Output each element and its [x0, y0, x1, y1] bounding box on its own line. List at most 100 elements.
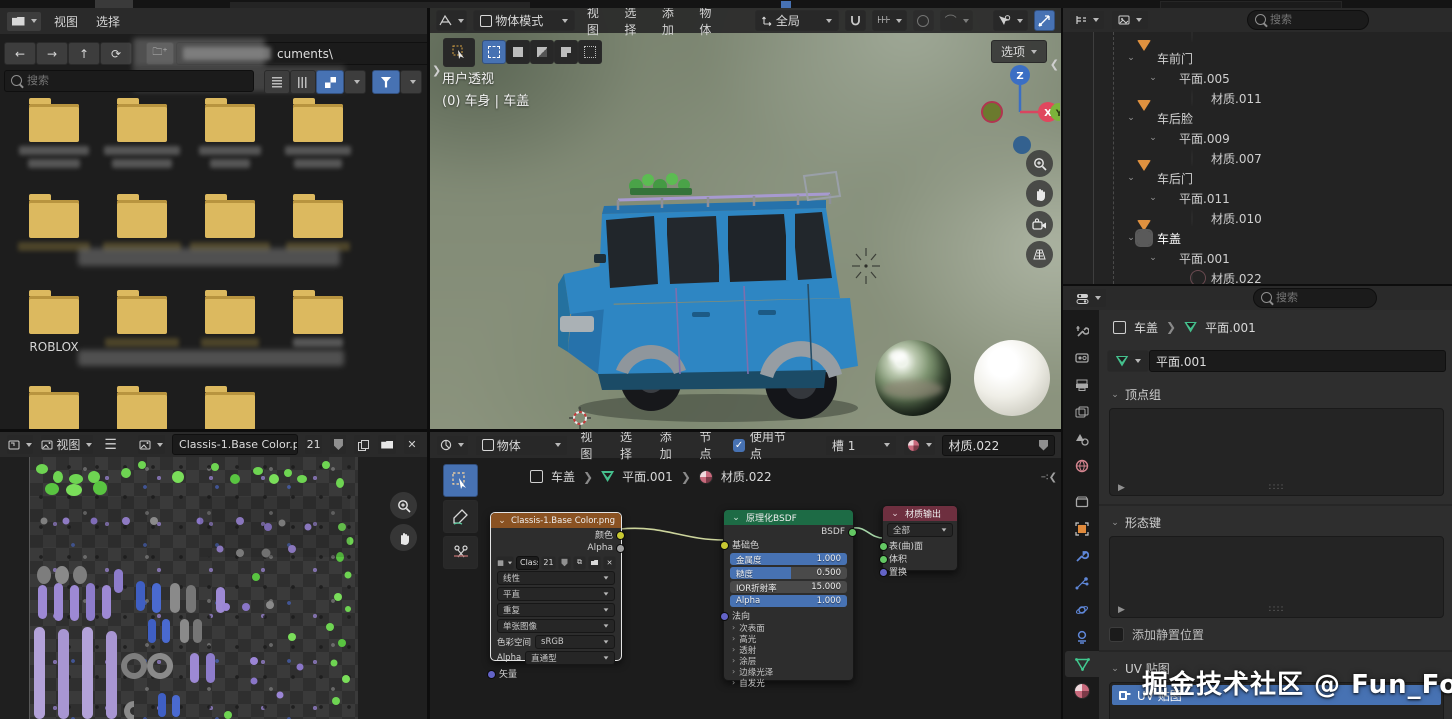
folder-item[interactable]	[10, 104, 98, 176]
sidebar-toggle-arrow[interactable]: ❮	[1050, 58, 1059, 71]
editor-type-button[interactable]	[6, 11, 42, 32]
outliner-row-material[interactable]: 材质.007	[1063, 148, 1452, 168]
file-search[interactable]	[4, 70, 254, 92]
options-dropdown[interactable]: 选项	[991, 40, 1047, 63]
outliner-row-mesh[interactable]: ⌄平面.001	[1063, 248, 1452, 268]
shader-type-dropdown[interactable]: 物体	[475, 435, 569, 456]
tab-modifiers[interactable]	[1065, 543, 1099, 569]
view-menu-button[interactable]: 视图	[40, 434, 95, 455]
folder-item[interactable]	[186, 104, 274, 176]
tab-render[interactable]	[1065, 345, 1099, 371]
outliner-row-object-active[interactable]: ⌄车盖	[1063, 228, 1452, 248]
visibility-dropdown[interactable]	[993, 10, 1027, 31]
ortho-toggle-button[interactable]	[1026, 241, 1053, 268]
proportional-edit-button[interactable]	[913, 10, 934, 31]
breadcrumb-material[interactable]: 材质.022	[721, 468, 772, 485]
select-intersect-mode-button[interactable]	[578, 40, 602, 64]
alpha-slider[interactable]: Alpha1.000	[730, 595, 847, 607]
material-name-field[interactable]: 材质.022	[942, 435, 1055, 456]
metallic-slider[interactable]: 金属度1.000	[730, 553, 847, 565]
outliner-row-object[interactable]: ⌄车后门	[1063, 168, 1452, 188]
vertex-groups-section-header[interactable]: ⌄顶点组	[1109, 386, 1161, 403]
tab-view-layer[interactable]	[1065, 399, 1099, 425]
view-vertical-list-button[interactable]	[264, 70, 290, 94]
outliner-row-mesh[interactable]: ⌄平面.011	[1063, 188, 1452, 208]
outliner-search[interactable]	[1247, 10, 1369, 30]
output-target-select[interactable]: 全部	[887, 523, 953, 537]
unlink-image-button[interactable]: ✕	[403, 434, 421, 455]
interpolation-select[interactable]: 线性	[497, 571, 615, 585]
region-collapse-arrow[interactable]: ∹❮	[1040, 472, 1057, 483]
image-texture-node[interactable]: ⌄Classis-1.Base Color.png 颜色 Alpha ▦ Cla…	[490, 512, 622, 661]
image-browse-icon[interactable]: ▦	[496, 556, 514, 570]
editor-type-button[interactable]	[1069, 288, 1107, 308]
output-node-header[interactable]: ⌄材质输出	[883, 506, 957, 521]
node-image-users[interactable]: 21	[541, 556, 556, 570]
filter-button[interactable]	[372, 70, 400, 94]
snap-toggle-button[interactable]	[845, 10, 866, 31]
resize-grip[interactable]: ::::	[1268, 482, 1284, 492]
viewport-3d[interactable]: 物体模式 视图 选择 添加 物体 全局 ⊦⊦⊦ ⌒	[430, 8, 1061, 429]
outliner-row-material[interactable]: 材质.010	[1063, 208, 1452, 228]
folder-item[interactable]	[186, 392, 274, 429]
texture-canvas[interactable]	[30, 457, 358, 719]
ior-slider[interactable]: IOR折射率15.000	[730, 581, 847, 593]
bsdf-node-header[interactable]: ⌄原理化BSDF	[724, 510, 853, 525]
menu-select[interactable]: 选择	[614, 432, 648, 462]
menu-add[interactable]: 添加	[656, 8, 688, 38]
properties-search[interactable]	[1253, 288, 1377, 308]
mesh-name-field[interactable]: 平面.001	[1149, 350, 1446, 372]
projection-select[interactable]: 平直	[497, 587, 615, 601]
refresh-button[interactable]: ⟳	[100, 42, 132, 65]
image-name-field[interactable]: Classis-1.Base Color.png	[172, 434, 298, 455]
bsdf-section-sheen[interactable]: ›边缘光泽	[724, 666, 853, 677]
folder-item[interactable]	[10, 392, 98, 429]
open-image-button[interactable]	[377, 434, 397, 455]
view-thumbnails-button[interactable]	[316, 70, 344, 94]
fake-user-button[interactable]	[329, 434, 347, 455]
menu-add[interactable]: 添加	[654, 432, 688, 462]
tab-particles[interactable]	[1065, 570, 1099, 596]
menu-object[interactable]: 物体	[693, 8, 725, 38]
pan-button[interactable]	[1026, 180, 1053, 207]
outliner-filter-dropdown[interactable]	[1111, 10, 1149, 30]
outliner-row-mesh[interactable]: ⌄平面.005	[1063, 68, 1452, 88]
resize-grip[interactable]: ::::	[1268, 604, 1284, 614]
outliner-row-material[interactable]: 材质.011	[1063, 88, 1452, 108]
tab-output[interactable]	[1065, 372, 1099, 398]
tab-object-data[interactable]	[1065, 651, 1099, 677]
select-subtract-mode-button[interactable]	[530, 40, 554, 64]
tab-tool[interactable]	[1065, 318, 1099, 344]
editor-type-button[interactable]	[436, 10, 467, 31]
folder-item[interactable]	[274, 104, 362, 176]
outliner-row-partial[interactable]	[1063, 32, 1452, 44]
select-extend-mode-button[interactable]	[506, 40, 530, 64]
mode-dropdown[interactable]: 物体模式	[473, 10, 575, 31]
breadcrumb-object[interactable]: 车盖	[551, 468, 575, 485]
breadcrumb-mesh[interactable]: 平面.001	[1205, 319, 1256, 336]
duplicate-button[interactable]: ⧉	[573, 556, 586, 570]
material-browse-dropdown[interactable]	[903, 435, 936, 456]
tab-collection[interactable]	[1065, 489, 1099, 515]
tab-physics[interactable]	[1065, 597, 1099, 623]
file-search-input[interactable]	[4, 70, 254, 92]
node-image-selector[interactable]: ▦ Classis-1... 21 ⧉ ✕	[496, 556, 616, 569]
bsdf-section-subsurface[interactable]: ›次表面	[724, 622, 853, 633]
pan-button[interactable]	[390, 524, 417, 551]
expand-arrow[interactable]: ▶	[1118, 483, 1125, 493]
falloff-dropdown[interactable]: ⌒	[940, 10, 973, 31]
zoom-button[interactable]	[390, 492, 417, 519]
fake-user-shield-icon[interactable]	[1039, 440, 1048, 451]
toolbar-expand-arrow[interactable]: ❯	[432, 64, 441, 77]
camera-view-button[interactable]	[1026, 211, 1053, 238]
expand-arrow[interactable]: ▶	[1118, 605, 1125, 615]
roughness-slider[interactable]: 糙度0.500	[730, 567, 847, 579]
outliner-row-object[interactable]: ⌄车前门	[1063, 48, 1452, 68]
image-browse-dropdown[interactable]	[137, 434, 166, 455]
rest-position-row[interactable]: 添加静置位置	[1109, 626, 1204, 643]
menu-view[interactable]: 视图	[48, 13, 84, 30]
outliner-row-mesh[interactable]: ⌄平面.009	[1063, 128, 1452, 148]
source-select[interactable]: 单张图像	[497, 619, 615, 633]
tab-material[interactable]	[1065, 678, 1099, 704]
fake-user-button[interactable]	[558, 556, 571, 570]
